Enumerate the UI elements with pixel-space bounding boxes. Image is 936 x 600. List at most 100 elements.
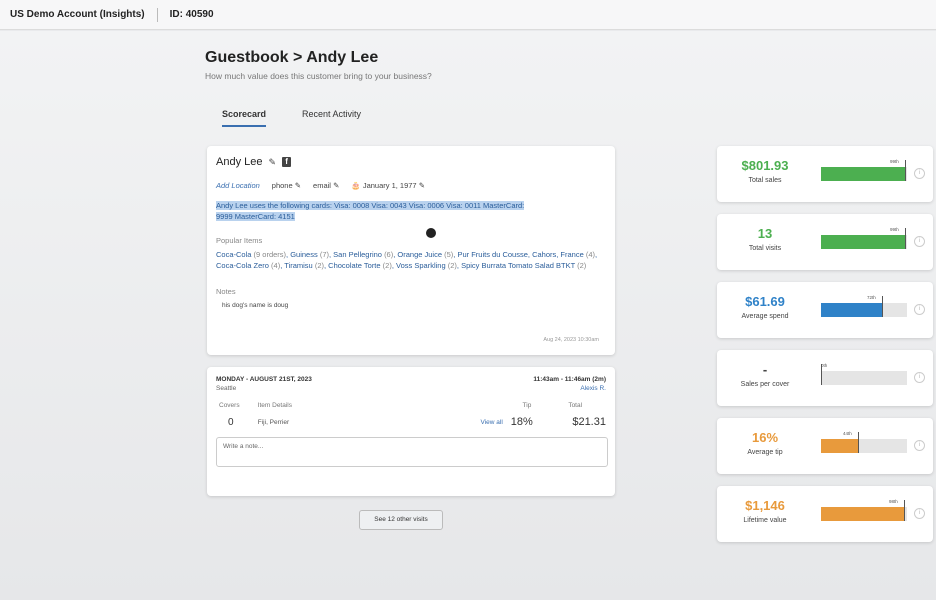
account-name[interactable]: US Demo Account (Insights) [10, 9, 145, 20]
percentile-bar: 0th [821, 363, 907, 385]
edit-phone-icon[interactable]: ✎ [295, 181, 301, 190]
percentile-label: 99th [890, 227, 899, 232]
percentile-bar: 99th [821, 227, 907, 249]
cake-icon: 🎂 [351, 181, 361, 190]
stat-value: $1,146 [745, 498, 785, 513]
page-title: Guestbook > Andy Lee [205, 49, 379, 66]
view-all-link[interactable]: View all [461, 419, 511, 426]
item-details-header: Item Details [257, 402, 292, 409]
stat-card-sales-per-cover: - Sales per cover 0th i [717, 350, 933, 406]
percentile-bar: 99th [821, 159, 907, 181]
popular-item-link[interactable]: Spicy Burrata Tomato Salad BTKT [461, 261, 575, 270]
stat-card-total-visits: 13 Total visits 99th i [717, 214, 933, 270]
see-other-visits-button[interactable]: See 12 other visits [359, 510, 443, 530]
facebook-icon[interactable]: f [282, 157, 292, 167]
account-id: ID: 40590 [169, 9, 214, 20]
edit-email-icon[interactable]: ✎ [333, 181, 339, 190]
email-field[interactable]: email ✎ [313, 181, 339, 190]
popular-item-count: (6) [384, 250, 394, 259]
email-label: email [313, 181, 331, 190]
percentile-label: 72th [867, 295, 876, 300]
stat-label: Sales per cover [740, 381, 790, 388]
visit-server-link[interactable]: Alexis R. [580, 385, 606, 392]
guest-name: Andy Lee [216, 156, 263, 168]
stat-value: 16% [751, 430, 779, 445]
tip-header: Tip [522, 402, 532, 409]
visit-time: 11:43am - 11:46am (2m) [533, 376, 606, 383]
tab-bar: Scorecard Recent Activity [222, 109, 361, 127]
item-details-value: Fiji, Perrier [257, 418, 290, 426]
percentile-bar-fill [821, 507, 905, 521]
info-icon[interactable]: i [914, 304, 925, 315]
popular-item-link[interactable]: Coca-Cola Zero [216, 261, 269, 270]
info-icon[interactable]: i [914, 508, 925, 519]
percentile-bar-fill [821, 303, 883, 317]
popular-item-link[interactable]: San Pellegrino [333, 250, 382, 259]
percentile-marker [905, 228, 906, 249]
percentile-bar: 44th [821, 431, 907, 453]
popular-item-count: (2) [447, 261, 457, 270]
stat-card-average-spend: $61.69 Average spend 72th i [717, 282, 933, 338]
percentile-label: 0th [821, 363, 828, 368]
visit-location: Seattle [216, 385, 237, 392]
divider [156, 7, 158, 22]
covers-header: Covers [219, 402, 240, 409]
popular-item-link[interactable]: Pur Fruits du Cousse, Cahors, France [457, 250, 583, 259]
info-icon[interactable]: i [914, 440, 925, 451]
percentile-bar-fill [821, 167, 906, 181]
tab-scorecard[interactable]: Scorecard [222, 109, 267, 127]
info-icon[interactable]: i [914, 236, 925, 247]
popular-item-count: (9 orders) [253, 250, 287, 259]
info-icon[interactable]: i [914, 372, 925, 383]
stat-value: - [762, 362, 768, 377]
phone-label: phone [271, 181, 293, 190]
stat-card-average-tip: 16% Average tip 44th i [717, 418, 933, 474]
birthday-field[interactable]: 🎂 January 1, 1977 ✎ [351, 181, 425, 190]
edit-birthday-icon[interactable]: ✎ [419, 181, 425, 190]
popular-items-label: Popular Items [216, 236, 263, 245]
visit-card: MONDAY - AUGUST 21ST, 2023 11:43am - 11:… [207, 367, 615, 496]
stat-label: Total sales [748, 177, 782, 184]
popular-item-count: (4) [585, 250, 596, 259]
stat-label: Lifetime value [743, 517, 787, 524]
guest-profile-card: Andy Lee ✎ f Add Location phone ✎ email … [207, 146, 615, 355]
stat-value: $61.69 [745, 294, 785, 309]
popular-item-count: (2) [577, 261, 587, 270]
percentile-label: 44th [843, 431, 852, 436]
popular-item-count: (5) [444, 250, 454, 259]
tab-recent-activity[interactable]: Recent Activity [302, 109, 361, 127]
info-icon[interactable]: i [914, 168, 925, 179]
add-location-link[interactable]: Add Location [216, 181, 260, 190]
popular-item-count: (2) [314, 261, 324, 270]
stat-label: Average spend [741, 313, 789, 320]
stat-value: $801.93 [741, 158, 789, 173]
percentile-label: 99th [890, 159, 899, 164]
top-bar: US Demo Account (Insights) ID: 40590 [0, 0, 936, 30]
write-note-input[interactable]: Write a note... [216, 437, 608, 467]
percentile-bar: 72th [821, 295, 907, 317]
stat-label: Total visits [748, 245, 782, 252]
note-timestamp: Aug 24, 2023 10:30am [543, 337, 599, 343]
tip-value: 18% [510, 416, 533, 428]
popular-item-count: (2) [382, 261, 392, 270]
popular-item-link[interactable]: Voss Sparkling [396, 261, 446, 270]
notes-label: Notes [216, 287, 236, 296]
popular-item-link[interactable]: Coca-Cola [216, 250, 251, 259]
phone-field[interactable]: phone ✎ [272, 181, 301, 190]
note-text[interactable]: his dog's name is doug [222, 302, 606, 309]
stat-value: 13 [757, 226, 773, 241]
mouse-cursor [426, 228, 436, 238]
percentile-marker [882, 296, 883, 317]
page-subtitle: How much value does this customer bring … [205, 71, 432, 81]
percentile-bar: 98th [821, 499, 907, 521]
popular-item-count: (7) [319, 250, 329, 259]
popular-item-link[interactable]: Guiness [290, 250, 318, 259]
popular-item-link[interactable]: Chocolate Torte [328, 261, 380, 270]
popular-item-link[interactable]: Tiramisu [284, 261, 312, 270]
edit-name-icon[interactable]: ✎ [268, 157, 276, 168]
birthday-value: January 1, 1977 [362, 181, 417, 190]
popular-items-list: Coca-Cola (9 orders), Guiness (7), San P… [216, 250, 598, 270]
popular-item-link[interactable]: Orange Juice [397, 250, 442, 259]
total-value: $21.31 [572, 416, 606, 428]
payment-cards-note: Andy Lee uses the following cards: Visa:… [216, 201, 525, 221]
